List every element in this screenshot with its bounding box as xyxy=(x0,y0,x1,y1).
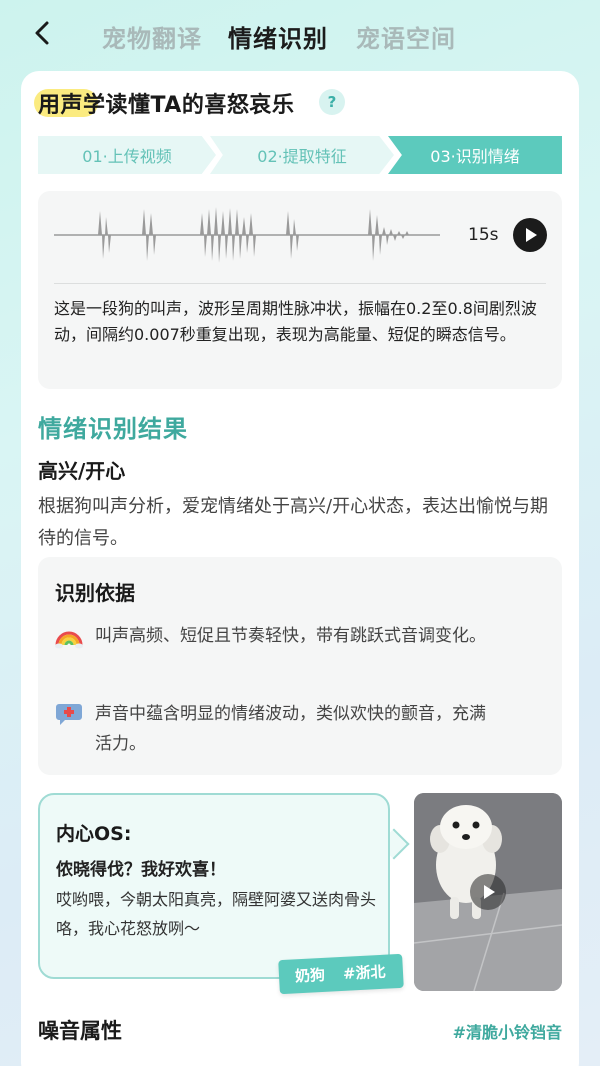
step-progress: 01·上传视频 02·提取特征 03·识别情绪 xyxy=(38,136,562,174)
basis-panel: 识别依据 叫声高频、短促且节奏轻快，带有跳跃式音调变化。 声音中蕴含明显的情绪波… xyxy=(38,557,562,775)
step-extract-features: 02·提取特征 xyxy=(210,136,394,174)
headline-text: 用声学读懂TA的喜怒哀乐 xyxy=(38,93,295,118)
tag-breed[interactable]: 奶狗 xyxy=(295,966,326,986)
inner-os-text: 哎哟喂，今朝太阳真亮，隔壁阿婆又送肉骨头咯，我心花怒放咧～ xyxy=(56,890,377,938)
help-icon[interactable]: ? xyxy=(319,89,345,115)
basis-title: 识别依据 xyxy=(55,581,135,605)
audio-duration: 15s xyxy=(468,225,499,245)
back-arrow-icon[interactable] xyxy=(28,18,58,48)
result-description: 根据狗叫声分析，爱宠情绪处于高兴/开心状态，表达出愉悦与期待的信号。 xyxy=(38,496,549,549)
step-upload-video: 01·上传视频 xyxy=(38,136,216,174)
main-card: 用声学读懂TA的喜怒哀乐 ? 01·上传视频 02·提取特征 03·识别情绪 1… xyxy=(21,71,579,1066)
divider xyxy=(54,283,546,284)
basis-text: 声音中蕴含明显的情绪波动，类似欢快的颤音，充满活力。 xyxy=(95,704,486,754)
result-section-title: 情绪识别结果 xyxy=(38,415,188,443)
video-play-icon[interactable] xyxy=(470,874,506,910)
audio-play-button[interactable] xyxy=(513,218,547,252)
step-identify-emotion: 03·识别情绪 xyxy=(388,136,562,174)
speech-bubble-plus-icon xyxy=(56,704,82,725)
tab-emotion-recognition[interactable]: 情绪识别 xyxy=(228,19,328,54)
noise-tag[interactable]: #清脆小铃铛音 xyxy=(453,1019,562,1043)
noise-section-title: 噪音属性 xyxy=(38,1019,122,1043)
audio-panel: 15s 这是一段狗的叫声，波形呈周期性脉冲状，振幅在0.2至0.8间剧烈波动，间… xyxy=(38,191,562,389)
emotion-label: 高兴/开心 xyxy=(38,459,126,483)
tag-strip: 奶狗 #浙北 xyxy=(278,953,404,995)
basis-text: 叫声高频、短促且节奏轻快，带有跳跃式音调变化。 xyxy=(95,626,486,646)
audio-waveform xyxy=(54,207,440,263)
audio-description: 这是一段狗的叫声，波形呈周期性脉冲状，振幅在0.2至0.8间剧烈波动，间隔约0.… xyxy=(54,299,537,344)
video-thumbnail[interactable] xyxy=(414,793,562,991)
inner-os-subtitle: 侬晓得伐？我好欢喜！ xyxy=(56,860,226,880)
top-nav-bar: 宠物翻译 情绪识别 宠语空间 xyxy=(0,0,600,70)
tag-region[interactable]: #浙北 xyxy=(343,963,386,983)
tab-pet-talk-space[interactable]: 宠语空间 xyxy=(356,19,456,54)
rainbow-icon xyxy=(55,631,83,649)
headline: 用声学读懂TA的喜怒哀乐 xyxy=(34,87,295,119)
inner-os-title: 内心OS: xyxy=(56,823,132,845)
tab-pet-translate[interactable]: 宠物翻译 xyxy=(102,19,202,54)
inner-os-bubble: 内心OS: 侬晓得伐？我好欢喜！ 哎哟喂，今朝太阳真亮，隔壁阿婆又送肉骨头咯，我… xyxy=(38,793,390,979)
